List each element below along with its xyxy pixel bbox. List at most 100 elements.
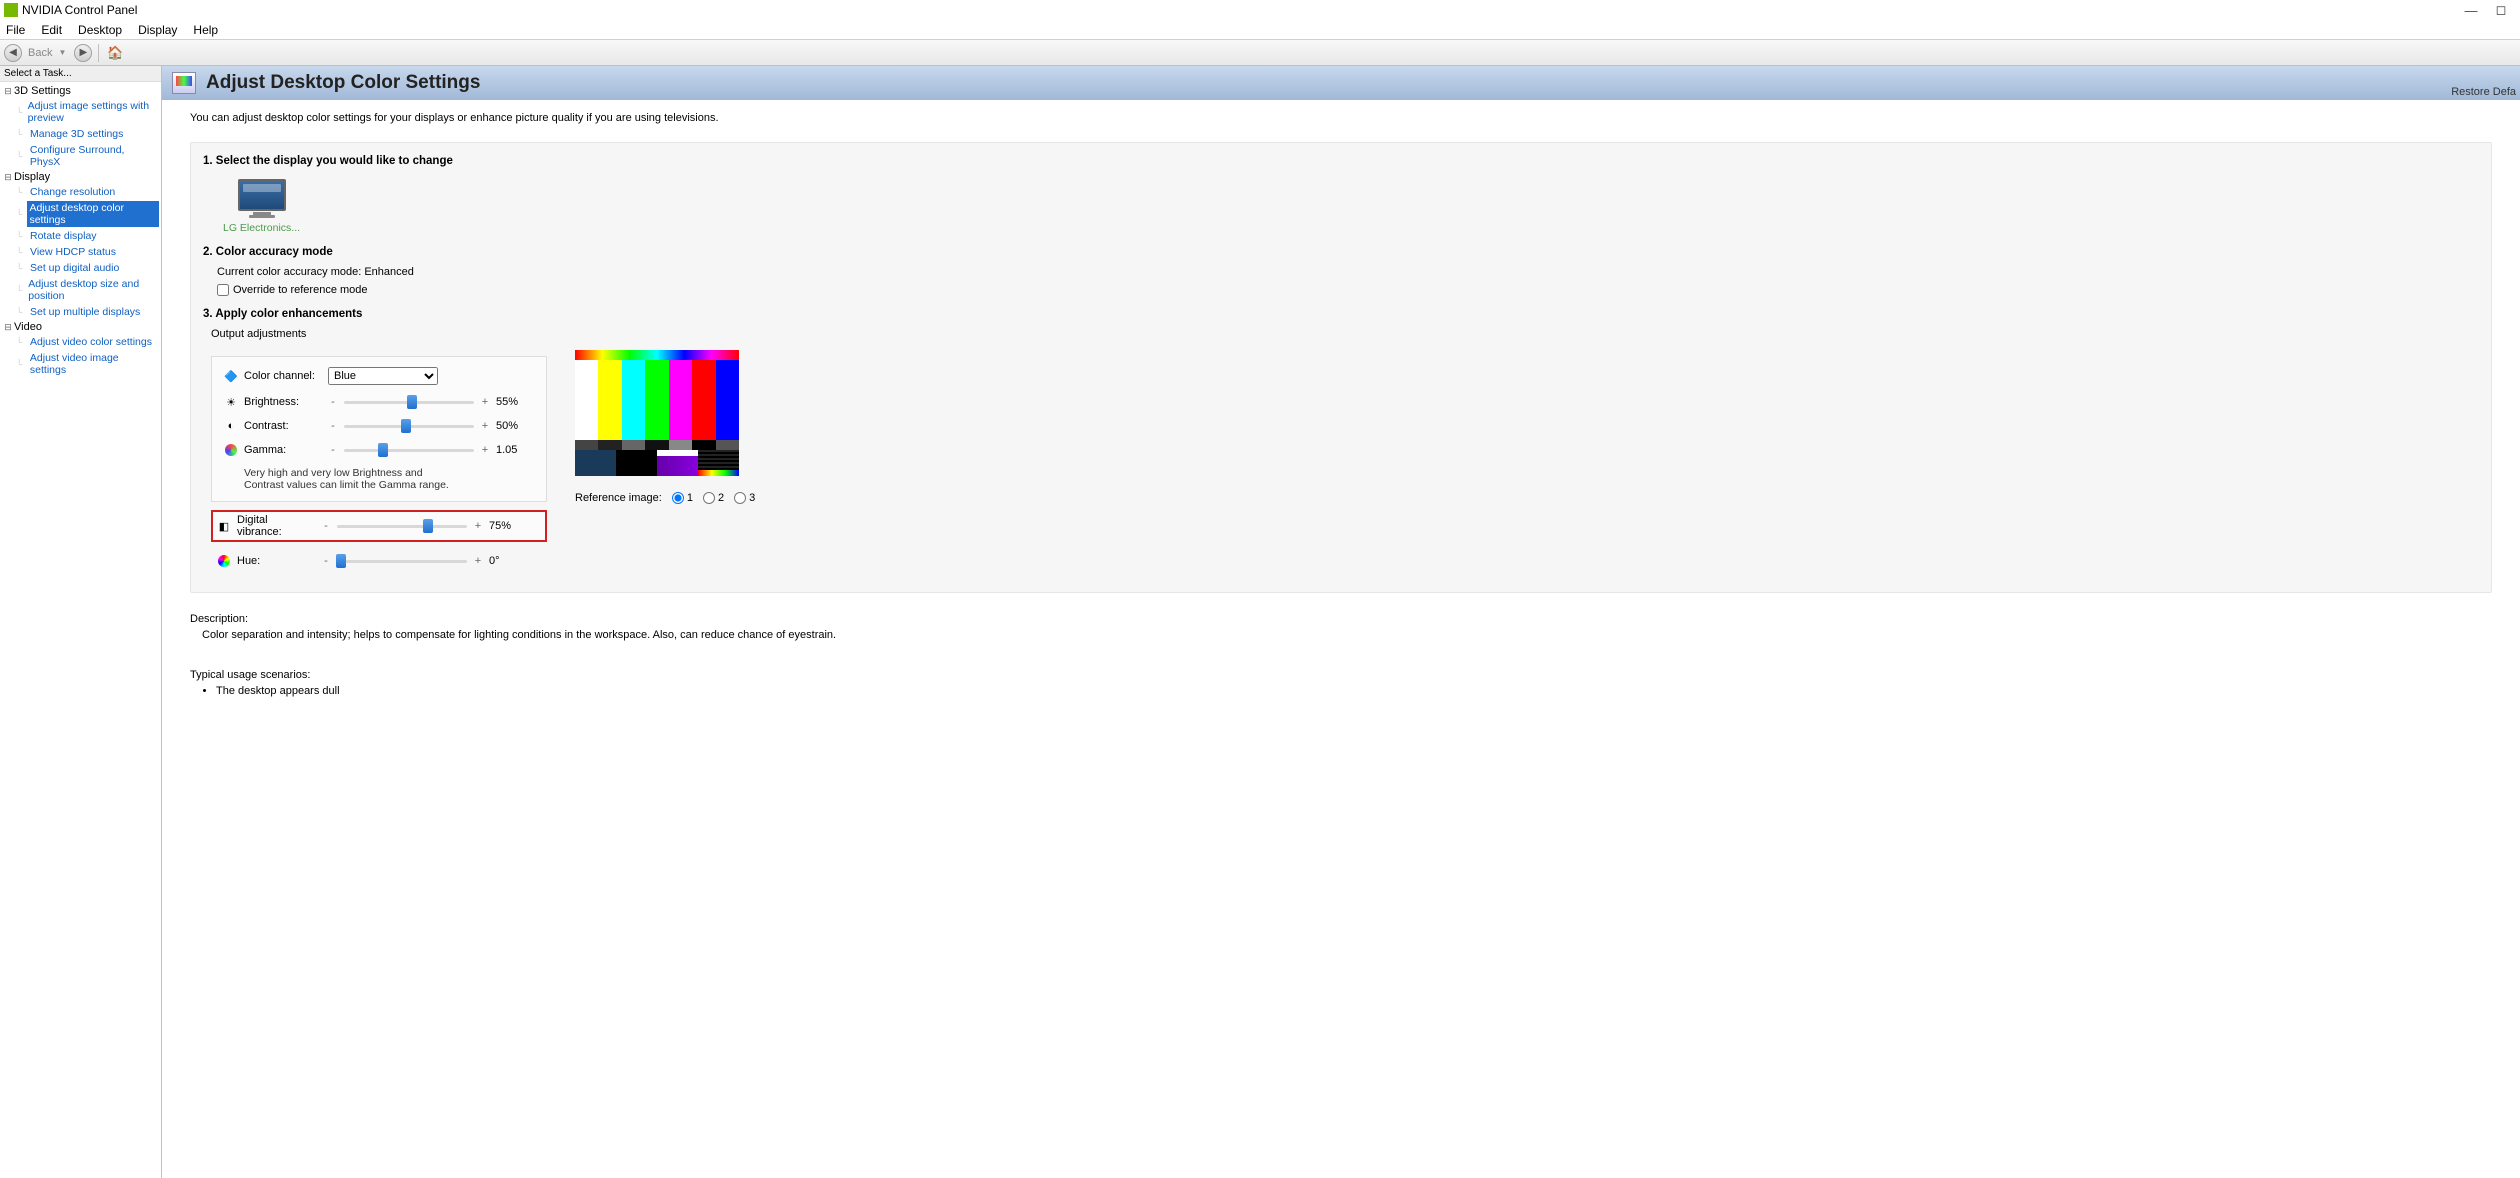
minus-icon: - xyxy=(328,396,338,408)
maximize-button[interactable]: ◻ xyxy=(2486,2,2516,18)
color-channel-icon: 🔷 xyxy=(224,369,238,383)
digital-vibrance-row: ◧ Digital vibrance: - + 75% xyxy=(211,510,547,542)
reference-image xyxy=(575,350,739,476)
vibrance-icon: ◧ xyxy=(217,519,231,533)
home-button[interactable]: 🏠 xyxy=(105,44,125,62)
brightness-label: Brightness: xyxy=(244,396,322,408)
menu-file[interactable]: File xyxy=(4,23,27,37)
sidebar-header: Select a Task... xyxy=(0,66,161,82)
color-channel-select[interactable]: Blue xyxy=(328,367,438,385)
ref-image-1[interactable]: 1 xyxy=(672,492,693,504)
monitor-icon xyxy=(238,179,286,211)
toolbar-separator xyxy=(98,44,99,62)
tree-link[interactable]: Adjust video image settings xyxy=(28,351,159,377)
restore-defaults-button[interactable]: Restore Defa xyxy=(2451,86,2516,98)
tree-link[interactable]: Rotate display xyxy=(28,229,99,243)
forward-button[interactable]: ▶ xyxy=(74,44,92,62)
plus-icon: + xyxy=(480,396,490,408)
gamma-note: Very high and very low Brightness and Co… xyxy=(244,467,464,491)
tree-link[interactable]: Adjust desktop size and position xyxy=(26,277,159,303)
page-header: Adjust Desktop Color Settings Restore De… xyxy=(162,66,2520,100)
back-dropdown-icon[interactable]: ▼ xyxy=(58,48,66,57)
page-title: Adjust Desktop Color Settings xyxy=(206,72,480,94)
tree-expander-icon[interactable]: ⊟ xyxy=(2,322,14,333)
ref-image-2[interactable]: 2 xyxy=(703,492,724,504)
hue-slider[interactable] xyxy=(337,554,467,568)
output-adjustments-label: Output adjustments xyxy=(211,328,2479,340)
vibrance-label: Digital vibrance: xyxy=(237,514,315,538)
back-button[interactable]: ◀ xyxy=(4,44,22,62)
settings-panel: 1. Select the display you would like to … xyxy=(190,142,2492,593)
menu-help[interactable]: Help xyxy=(191,23,220,37)
tree-link[interactable]: Adjust image settings with preview xyxy=(26,99,159,125)
menu-edit[interactable]: Edit xyxy=(39,23,64,37)
minus-icon: - xyxy=(321,520,331,532)
main-pane: Adjust Desktop Color Settings Restore De… xyxy=(162,66,2520,1178)
vibrance-value: 75% xyxy=(489,520,525,532)
gamma-value: 1.05 xyxy=(496,444,532,456)
ref-image-3[interactable]: 3 xyxy=(734,492,755,504)
step2-label: 2. Color accuracy mode xyxy=(203,246,2479,258)
minus-icon: - xyxy=(321,555,331,567)
tree-link[interactable]: Change resolution xyxy=(28,185,117,199)
brightness-slider[interactable] xyxy=(344,395,474,409)
override-reference-checkbox[interactable] xyxy=(217,284,229,296)
plus-icon: + xyxy=(473,520,483,532)
brightness-value: 55% xyxy=(496,396,532,408)
usage-section: Typical usage scenarios: The desktop app… xyxy=(190,669,2492,697)
tree-link[interactable]: Adjust video color settings xyxy=(28,335,154,349)
tree-link[interactable]: View HDCP status xyxy=(28,245,118,259)
minimize-button[interactable]: — xyxy=(2456,3,2486,18)
vibrance-slider[interactable] xyxy=(337,519,467,533)
contrast-slider[interactable] xyxy=(344,419,474,433)
minus-icon: - xyxy=(328,420,338,432)
nvidia-icon xyxy=(4,3,18,17)
tree-group[interactable]: Video xyxy=(14,321,42,333)
step1-label: 1. Select the display you would like to … xyxy=(203,155,2479,167)
reference-image-label: Reference image: xyxy=(575,492,662,504)
color-channel-label: Color channel: xyxy=(244,370,322,382)
step3-label: 3. Apply color enhancements xyxy=(203,308,2479,320)
tree-link[interactable]: Set up digital audio xyxy=(28,261,121,275)
contrast-value: 50% xyxy=(496,420,532,432)
intro-text: You can adjust desktop color settings fo… xyxy=(190,112,2492,124)
sidebar: Select a Task... ⊟3D Settings└Adjust ima… xyxy=(0,66,162,1178)
menu-display[interactable]: Display xyxy=(136,23,179,37)
toolbar: ◀ Back ▼ ▶ 🏠 xyxy=(0,40,2520,66)
tree-link[interactable]: Set up multiple displays xyxy=(28,305,142,319)
tree-link[interactable]: Manage 3D settings xyxy=(28,127,125,141)
contrast-label: Contrast: xyxy=(244,420,322,432)
usage-header: Typical usage scenarios: xyxy=(190,669,2492,681)
hue-icon xyxy=(217,554,231,568)
plus-icon: + xyxy=(480,444,490,456)
tree-link[interactable]: Configure Surround, PhysX xyxy=(28,143,159,169)
brightness-icon: ☀ xyxy=(224,395,238,409)
tree-expander-icon[interactable]: ⊟ xyxy=(2,172,14,183)
usage-item: The desktop appears dull xyxy=(216,685,2492,697)
tree-link[interactable]: Adjust desktop color settings xyxy=(27,201,159,227)
override-reference-label: Override to reference mode xyxy=(233,284,368,296)
gamma-slider[interactable] xyxy=(344,443,474,457)
back-label: Back xyxy=(28,47,52,59)
accuracy-current-label: Current color accuracy mode: Enhanced xyxy=(217,266,2479,278)
description-header: Description: xyxy=(190,613,2492,625)
tree-group[interactable]: Display xyxy=(14,171,50,183)
gamma-icon xyxy=(224,443,238,457)
tree-group[interactable]: 3D Settings xyxy=(14,85,71,97)
menu-desktop[interactable]: Desktop xyxy=(76,23,124,37)
display-thumbnail[interactable]: LG Electronics... xyxy=(223,179,300,234)
minus-icon: - xyxy=(328,444,338,456)
title-bar: NVIDIA Control Panel — ◻ xyxy=(0,0,2520,20)
plus-icon: + xyxy=(480,420,490,432)
tree-expander-icon[interactable]: ⊟ xyxy=(2,86,14,97)
gamma-label: Gamma: xyxy=(244,444,322,456)
description-text: Color separation and intensity; helps to… xyxy=(202,629,2492,641)
color-settings-icon xyxy=(172,72,196,94)
menu-bar: File Edit Desktop Display Help xyxy=(0,20,2520,40)
plus-icon: + xyxy=(473,555,483,567)
hue-label: Hue: xyxy=(237,555,315,567)
hue-value: 0° xyxy=(489,555,525,567)
contrast-icon: ◐ xyxy=(224,419,238,433)
window-title: NVIDIA Control Panel xyxy=(22,3,2456,17)
display-name-label: LG Electronics... xyxy=(223,222,300,234)
